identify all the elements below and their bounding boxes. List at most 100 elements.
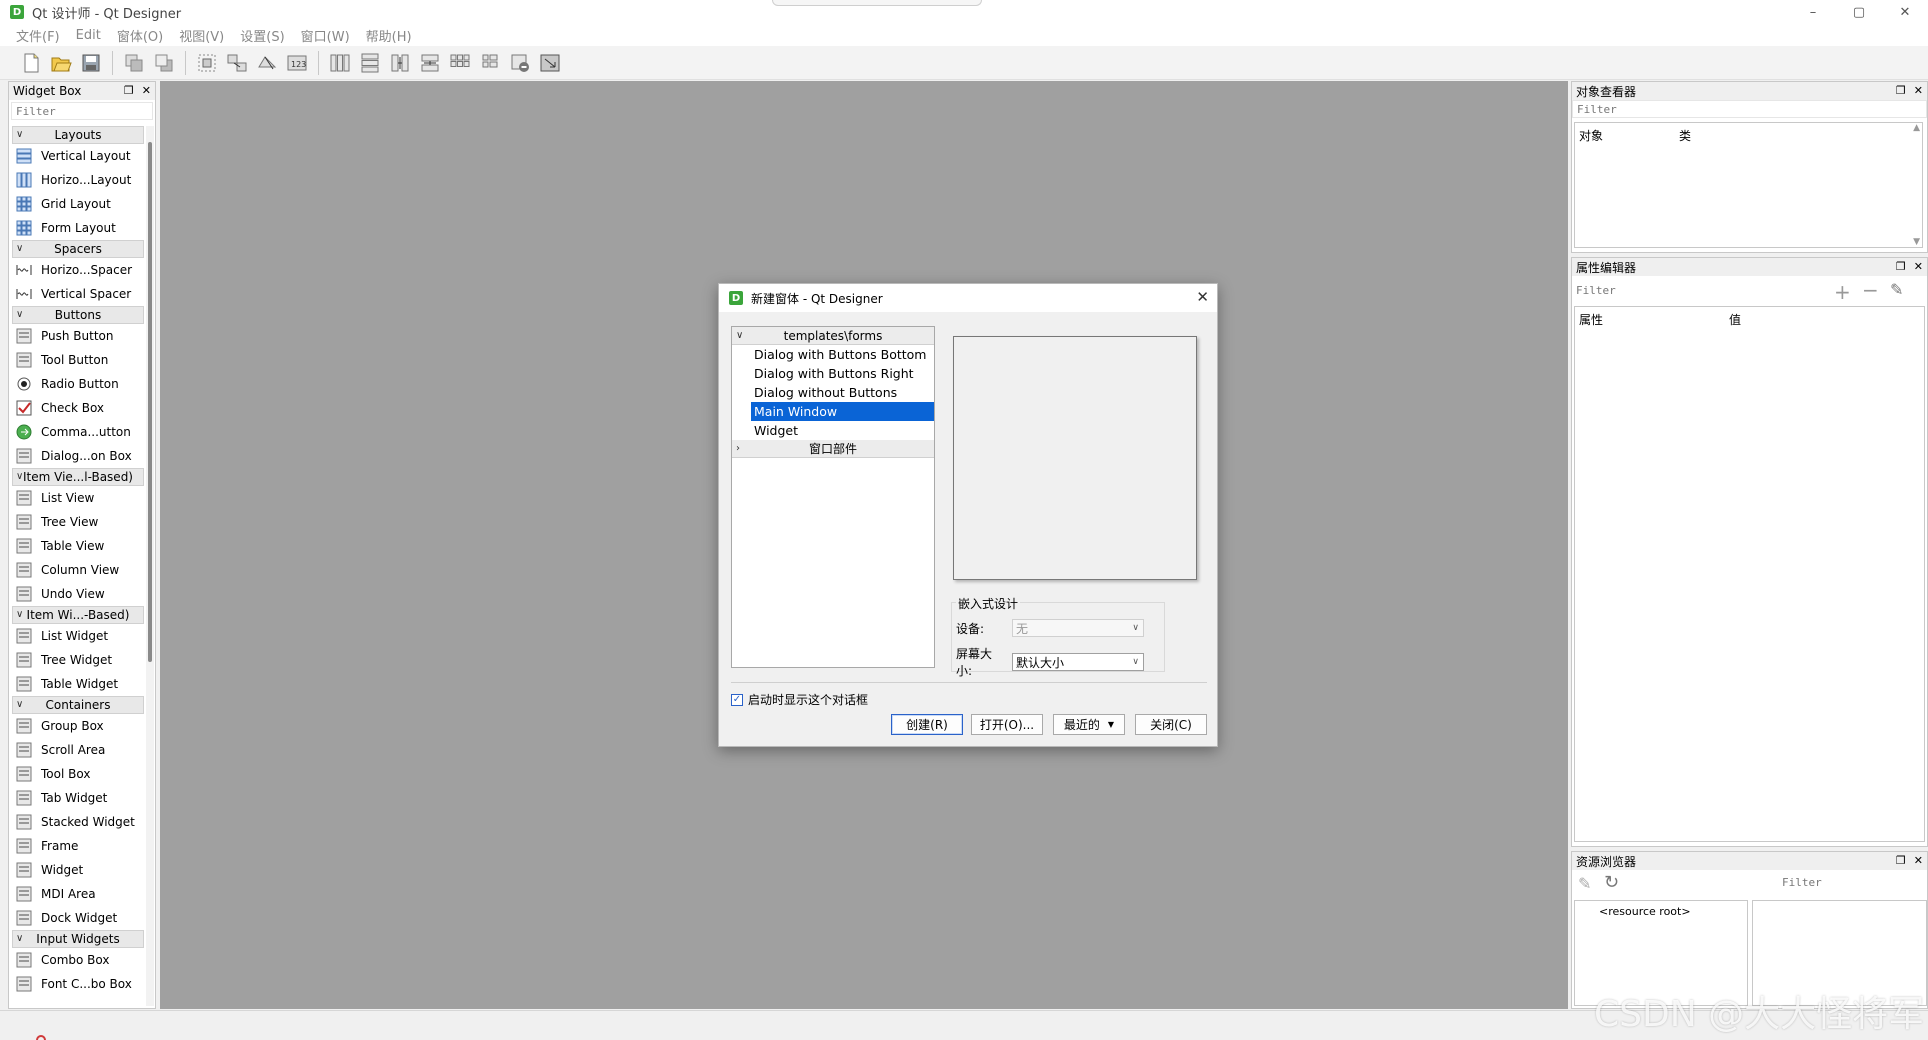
- widget-item[interactable]: Tool Box: [12, 762, 144, 786]
- resource-root-item[interactable]: <resource root>: [1599, 905, 1691, 918]
- checkbox-checked-icon[interactable]: ✓: [731, 693, 743, 706]
- lay-out-vertically-icon[interactable]: [357, 50, 383, 76]
- chevron-down-icon[interactable]: ∨: [16, 607, 23, 623]
- widget-item[interactable]: Vertical Spacer: [12, 282, 144, 306]
- widget-item[interactable]: Horizo...Layout: [12, 168, 144, 192]
- bring-to-front-icon[interactable]: [151, 50, 177, 76]
- category-containers[interactable]: ∨ Containers: [12, 696, 144, 714]
- lay-out-horizontal-splitter-icon[interactable]: [387, 50, 413, 76]
- widget-item[interactable]: Undo View: [12, 582, 144, 606]
- chevron-right-icon[interactable]: ›: [736, 443, 740, 454]
- configure-tool-icon[interactable]: ✎: [1890, 280, 1903, 299]
- dialog-close-icon[interactable]: ✕: [1196, 288, 1209, 306]
- float-icon[interactable]: ❐: [1896, 852, 1906, 870]
- menu-item-0[interactable]: 文件(F): [8, 26, 68, 45]
- scrollbar-thumb[interactable]: [148, 142, 152, 662]
- category-input-widgets[interactable]: ∨ Input Widgets: [12, 930, 144, 948]
- show-on-startup-checkbox[interactable]: ✓ 启动时显示这个对话框: [731, 691, 868, 708]
- break-layout-icon[interactable]: [507, 50, 533, 76]
- widget-item[interactable]: Font C...bo Box: [12, 972, 144, 996]
- edit-tab-order-icon[interactable]: 123: [284, 50, 310, 76]
- screen-size-combo[interactable]: 默认大小 ∨: [1012, 653, 1144, 671]
- widget-item[interactable]: Table Widget: [12, 672, 144, 696]
- open-button[interactable]: 打开(O)...: [971, 714, 1043, 735]
- widget-item[interactable]: Horizo...Spacer: [12, 258, 144, 282]
- menu-item-2[interactable]: 窗体(O): [109, 26, 171, 45]
- widget-item[interactable]: Tree View: [12, 510, 144, 534]
- edit-widgets-icon[interactable]: [194, 50, 220, 76]
- object-tree[interactable]: 对象 类 ▲ ▼: [1574, 122, 1923, 248]
- widget-item[interactable]: Column View: [12, 558, 144, 582]
- float-icon[interactable]: ❐: [1896, 82, 1906, 100]
- device-combo[interactable]: 无 ∨: [1012, 619, 1144, 637]
- widget-item[interactable]: Dock Widget: [12, 906, 144, 930]
- lay-out-form-icon[interactable]: [477, 50, 503, 76]
- send-to-back-icon[interactable]: [121, 50, 147, 76]
- category-buttons[interactable]: ∨ Buttons: [12, 306, 144, 324]
- chevron-down-icon[interactable]: ∨: [16, 241, 23, 257]
- widget-item[interactable]: MDI Area: [12, 882, 144, 906]
- open-form-icon[interactable]: [48, 50, 74, 76]
- new-form-icon[interactable]: [18, 50, 44, 76]
- scroll-up-icon[interactable]: ▲: [1913, 123, 1920, 133]
- float-icon[interactable]: ❐: [1896, 258, 1906, 276]
- float-icon[interactable]: ❐: [124, 82, 134, 100]
- template-item[interactable]: Dialog with Buttons Right: [751, 364, 934, 383]
- add-dynamic-property-icon[interactable]: +: [1834, 280, 1851, 304]
- widget-item[interactable]: Vertical Layout: [12, 144, 144, 168]
- widget-item[interactable]: Dialog...on Box: [12, 444, 144, 468]
- scroll-down-icon[interactable]: ▼: [1913, 237, 1920, 247]
- template-item[interactable]: Dialog with Buttons Bottom: [751, 345, 934, 364]
- widget-item[interactable]: Frame: [12, 834, 144, 858]
- template-group-widgets[interactable]: › 窗口部件: [732, 440, 934, 458]
- lay-out-grid-icon[interactable]: [447, 50, 473, 76]
- chevron-down-icon[interactable]: ∨: [16, 697, 23, 713]
- edit-resources-icon[interactable]: ✎: [1578, 874, 1591, 893]
- widget-item[interactable]: List View: [12, 486, 144, 510]
- recent-button[interactable]: 最近的 ▼: [1053, 714, 1125, 735]
- widget-item[interactable]: List Widget: [12, 624, 144, 648]
- reload-icon[interactable]: ↻: [1604, 872, 1619, 893]
- close-icon[interactable]: ✕: [1914, 852, 1923, 870]
- close-button[interactable]: 关闭(C): [1135, 714, 1207, 735]
- category-spacers[interactable]: ∨ Spacers: [12, 240, 144, 258]
- chevron-down-icon[interactable]: ∨: [16, 469, 23, 485]
- edit-buddies-icon[interactable]: [254, 50, 280, 76]
- column-header-property[interactable]: 属性: [1579, 311, 1603, 328]
- widget-item[interactable]: Tab Widget: [12, 786, 144, 810]
- menu-item-4[interactable]: 设置(S): [232, 26, 292, 45]
- widget-item[interactable]: Stacked Widget: [12, 810, 144, 834]
- category-item-wi-based-[interactable]: ∨ Item Wi...-Based): [12, 606, 144, 624]
- chevron-down-icon[interactable]: ∨: [736, 330, 743, 341]
- widget-item[interactable]: Comma...utton: [12, 420, 144, 444]
- widget-item[interactable]: Group Box: [12, 714, 144, 738]
- widget-item[interactable]: Check Box: [12, 396, 144, 420]
- widget-item[interactable]: Scroll Area: [12, 738, 144, 762]
- minimize-button[interactable]: –: [1790, 0, 1836, 24]
- widget-item[interactable]: Combo Box: [12, 948, 144, 972]
- create-button[interactable]: 创建(R): [891, 714, 963, 735]
- widget-item[interactable]: Push Button: [12, 324, 144, 348]
- template-group-forms[interactable]: ∨ templates\forms: [732, 327, 934, 345]
- template-tree[interactable]: ∨ templates\forms Dialog with Buttons Bo…: [731, 326, 935, 668]
- property-filter-input[interactable]: Filter: [1576, 284, 1616, 297]
- property-table[interactable]: 属性 值: [1574, 306, 1925, 842]
- edit-signals-slots-icon[interactable]: [224, 50, 250, 76]
- menu-item-6[interactable]: 帮助(H): [358, 26, 420, 45]
- widget-item[interactable]: Tool Button: [12, 348, 144, 372]
- widget-box-filter-input[interactable]: Filter: [11, 102, 153, 120]
- widget-box-scrollbar[interactable]: [146, 126, 154, 1006]
- widget-item[interactable]: Widget: [12, 858, 144, 882]
- close-icon[interactable]: ✕: [142, 82, 151, 100]
- widget-item[interactable]: Form Layout: [12, 216, 144, 240]
- adjust-size-icon[interactable]: [537, 50, 563, 76]
- category-item-vie-l-based-[interactable]: ∨ Item Vie...l-Based): [12, 468, 144, 486]
- maximize-button[interactable]: ▢: [1836, 0, 1882, 24]
- column-header-value[interactable]: 值: [1729, 311, 1741, 328]
- close-icon[interactable]: ✕: [1914, 258, 1923, 276]
- template-item[interactable]: Widget: [751, 421, 934, 440]
- menu-item-3[interactable]: 视图(V): [171, 26, 232, 45]
- lay-out-horizontally-icon[interactable]: [327, 50, 353, 76]
- column-header-object[interactable]: 对象: [1579, 127, 1603, 144]
- close-window-button[interactable]: ✕: [1882, 0, 1928, 24]
